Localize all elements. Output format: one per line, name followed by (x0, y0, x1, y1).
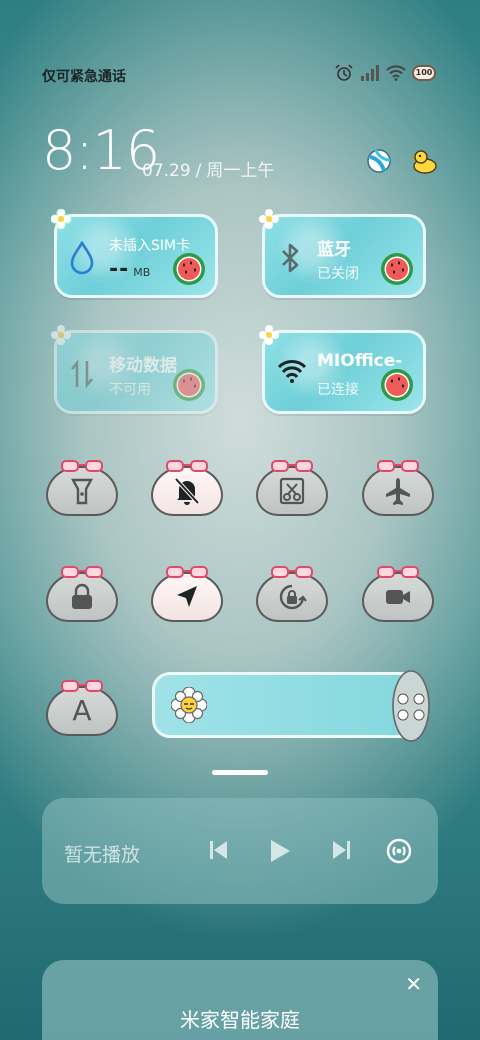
scissors-icon (256, 476, 328, 506)
bluetooth-title: 蓝牙 (317, 240, 351, 260)
media-player-card[interactable]: 暂无播放 (42, 798, 438, 904)
data-usage-tile[interactable]: 未插入SIM卡 -- MB (50, 208, 218, 298)
mobile-data-tile[interactable]: 移动数据 不可用 (51, 325, 218, 414)
lock-toggle[interactable] (46, 562, 118, 624)
data-transfer-icon (69, 357, 95, 395)
emergency-call-status: 仅可紧急通话 (42, 69, 126, 85)
sunglasses-icon (376, 564, 420, 583)
next-track-icon[interactable] (330, 838, 352, 866)
wifi-status: 已连接 (317, 382, 359, 398)
header-decor (366, 148, 438, 178)
sunglasses-icon (165, 458, 209, 477)
bluetooth-icon (277, 241, 303, 279)
lock-icon (46, 582, 118, 612)
wifi-tile[interactable]: MIOffice- 已连接 (259, 325, 426, 414)
watermelon-icon (377, 251, 417, 291)
screen-record-toggle[interactable] (362, 562, 434, 624)
date-separator: / (195, 161, 202, 181)
flower-icon (51, 325, 71, 349)
watermelon-icon (169, 367, 209, 407)
rotate-lock-icon (256, 582, 328, 612)
play-icon[interactable] (268, 838, 292, 868)
font-toggle[interactable]: A (46, 676, 118, 738)
battery-indicator: 100 (412, 65, 436, 81)
wifi-icon (277, 357, 307, 391)
data-usage-unit: MB (133, 266, 151, 279)
font-a-icon: A (72, 694, 92, 727)
data-usage-value: -- (109, 257, 130, 282)
smart-home-card[interactable]: ✕ 米家智能家庭 (42, 960, 438, 1040)
water-drop-icon (69, 240, 95, 279)
close-icon[interactable]: ✕ (405, 972, 422, 996)
sunglasses-icon (270, 458, 314, 477)
mute-toggle[interactable] (151, 456, 223, 518)
sunglasses-icon (60, 458, 104, 477)
frog-slider-handle-icon[interactable] (389, 669, 433, 747)
flower-icon (259, 209, 279, 233)
location-toggle[interactable] (151, 562, 223, 624)
smart-home-title: 米家智能家庭 (180, 1008, 300, 1032)
location-icon (151, 582, 223, 612)
sunglasses-icon (60, 564, 104, 583)
date-value: 07.29 (142, 161, 191, 181)
media-status: 暂无播放 (64, 844, 141, 866)
rotation-lock-toggle[interactable] (256, 562, 328, 624)
flower-icon (50, 208, 72, 233)
airplane-toggle[interactable] (362, 456, 434, 518)
mobile-data-status: 不可用 (109, 382, 151, 398)
previous-track-icon[interactable] (208, 838, 230, 866)
sun-flower-icon (170, 686, 208, 727)
alarm-icon (334, 64, 354, 82)
status-icons: 100 (334, 64, 436, 82)
sunglasses-icon (270, 564, 314, 583)
flashlight-toggle[interactable] (46, 456, 118, 518)
video-icon (362, 582, 434, 612)
airplane-icon (362, 476, 434, 506)
watermelon-icon (169, 251, 209, 291)
weekday: 周一上午 (206, 161, 275, 181)
bluetooth-tile[interactable]: 蓝牙 已关闭 (259, 209, 426, 298)
screenshot-toggle[interactable] (256, 456, 328, 518)
sunglasses-icon (165, 564, 209, 583)
mobile-data-title: 移动数据 (109, 356, 177, 376)
data-usage: -- MB (109, 257, 150, 282)
brightness-slider[interactable] (152, 670, 430, 742)
audio-output-icon[interactable] (386, 838, 412, 868)
drag-handle[interactable] (212, 770, 268, 775)
date-text: 07.29/周一上午 (142, 156, 274, 181)
sunglasses-icon (376, 458, 420, 477)
watermelon-icon (377, 367, 417, 407)
signal-icon (360, 65, 380, 81)
bell-off-icon (151, 476, 223, 506)
duck-icon[interactable] (410, 148, 438, 178)
bluetooth-status: 已关闭 (317, 266, 359, 282)
flower-icon (259, 325, 279, 349)
wifi-icon (386, 65, 406, 81)
beach-ball-icon[interactable] (366, 148, 392, 178)
flashlight-icon (46, 476, 118, 506)
